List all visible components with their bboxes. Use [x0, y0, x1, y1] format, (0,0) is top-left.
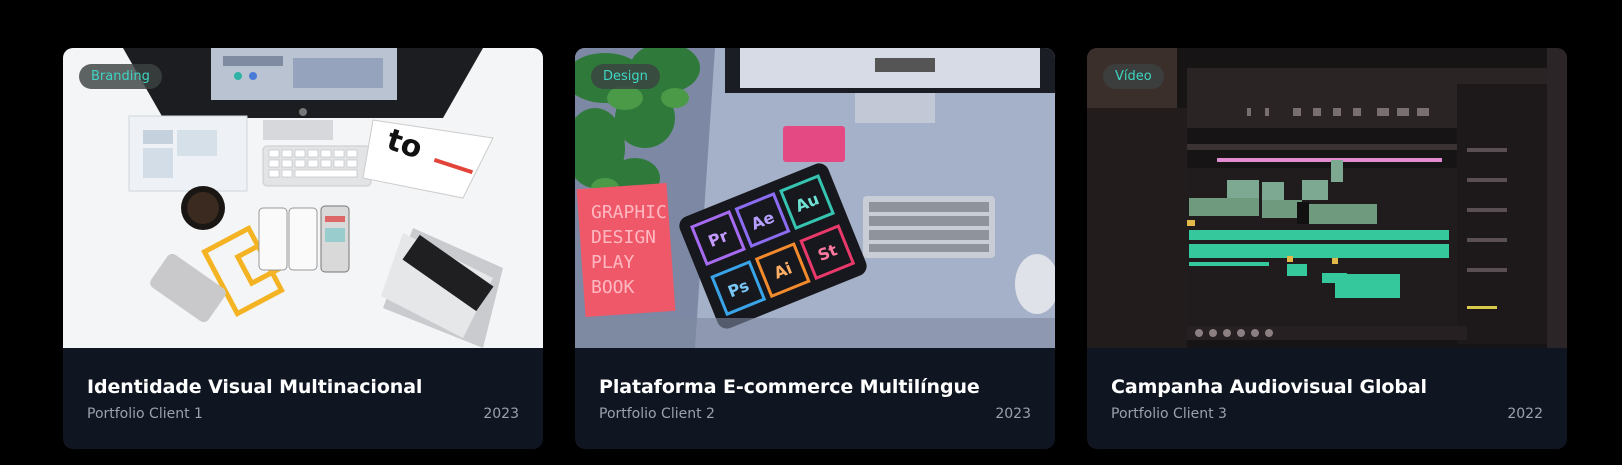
book-text-line: PLAY — [591, 252, 635, 273]
card-body: Plataforma E-commerce Multilíngue Portfo… — [575, 348, 1055, 422]
category-tag: Branding — [79, 64, 162, 89]
card-body: Identidade Visual Multinacional Portfoli… — [63, 348, 543, 422]
project-thumbnail: to Branding — [63, 48, 543, 348]
project-card[interactable]: Vídeo Campanha Audiovisual Global Portfo… — [1087, 48, 1567, 449]
project-title[interactable]: Campanha Audiovisual Global — [1111, 376, 1543, 398]
client-name: Portfolio Client 3 — [1111, 406, 1227, 422]
design-desk-image: GRAPHIC DESIGN PLAY BOOK Pr Ae Au Ps Ai … — [575, 48, 1055, 348]
project-title[interactable]: Plataforma E-commerce Multilíngue — [599, 376, 1031, 398]
project-thumbnail: GRAPHIC DESIGN PLAY BOOK Pr Ae Au Ps Ai … — [575, 48, 1055, 348]
project-meta: Portfolio Client 1 2023 — [87, 406, 519, 422]
category-tag: Design — [591, 64, 660, 89]
project-title[interactable]: Identidade Visual Multinacional — [87, 376, 519, 398]
desk-flatlay-image: to — [63, 48, 543, 348]
book-text-line: DESIGN — [591, 227, 656, 248]
category-tag: Vídeo — [1103, 64, 1164, 89]
project-year: 2023 — [995, 406, 1031, 422]
project-year: 2023 — [483, 406, 519, 422]
project-meta: Portfolio Client 2 2023 — [599, 406, 1031, 422]
project-card[interactable]: to Branding Identidade Visual Multinacio… — [63, 48, 543, 449]
video-editor-image — [1087, 48, 1567, 348]
book-text-line: GRAPHIC — [591, 202, 667, 223]
project-card[interactable]: GRAPHIC DESIGN PLAY BOOK Pr Ae Au Ps Ai … — [575, 48, 1055, 449]
client-name: Portfolio Client 2 — [599, 406, 715, 422]
client-name: Portfolio Client 1 — [87, 406, 203, 422]
project-thumbnail: Vídeo — [1087, 48, 1567, 348]
portfolio-grid: to Branding Identidade Visual Multinacio… — [63, 48, 1567, 449]
project-year: 2022 — [1507, 406, 1543, 422]
card-body: Campanha Audiovisual Global Portfolio Cl… — [1087, 348, 1567, 422]
book-text-line: BOOK — [591, 277, 635, 298]
project-meta: Portfolio Client 3 2022 — [1111, 406, 1543, 422]
